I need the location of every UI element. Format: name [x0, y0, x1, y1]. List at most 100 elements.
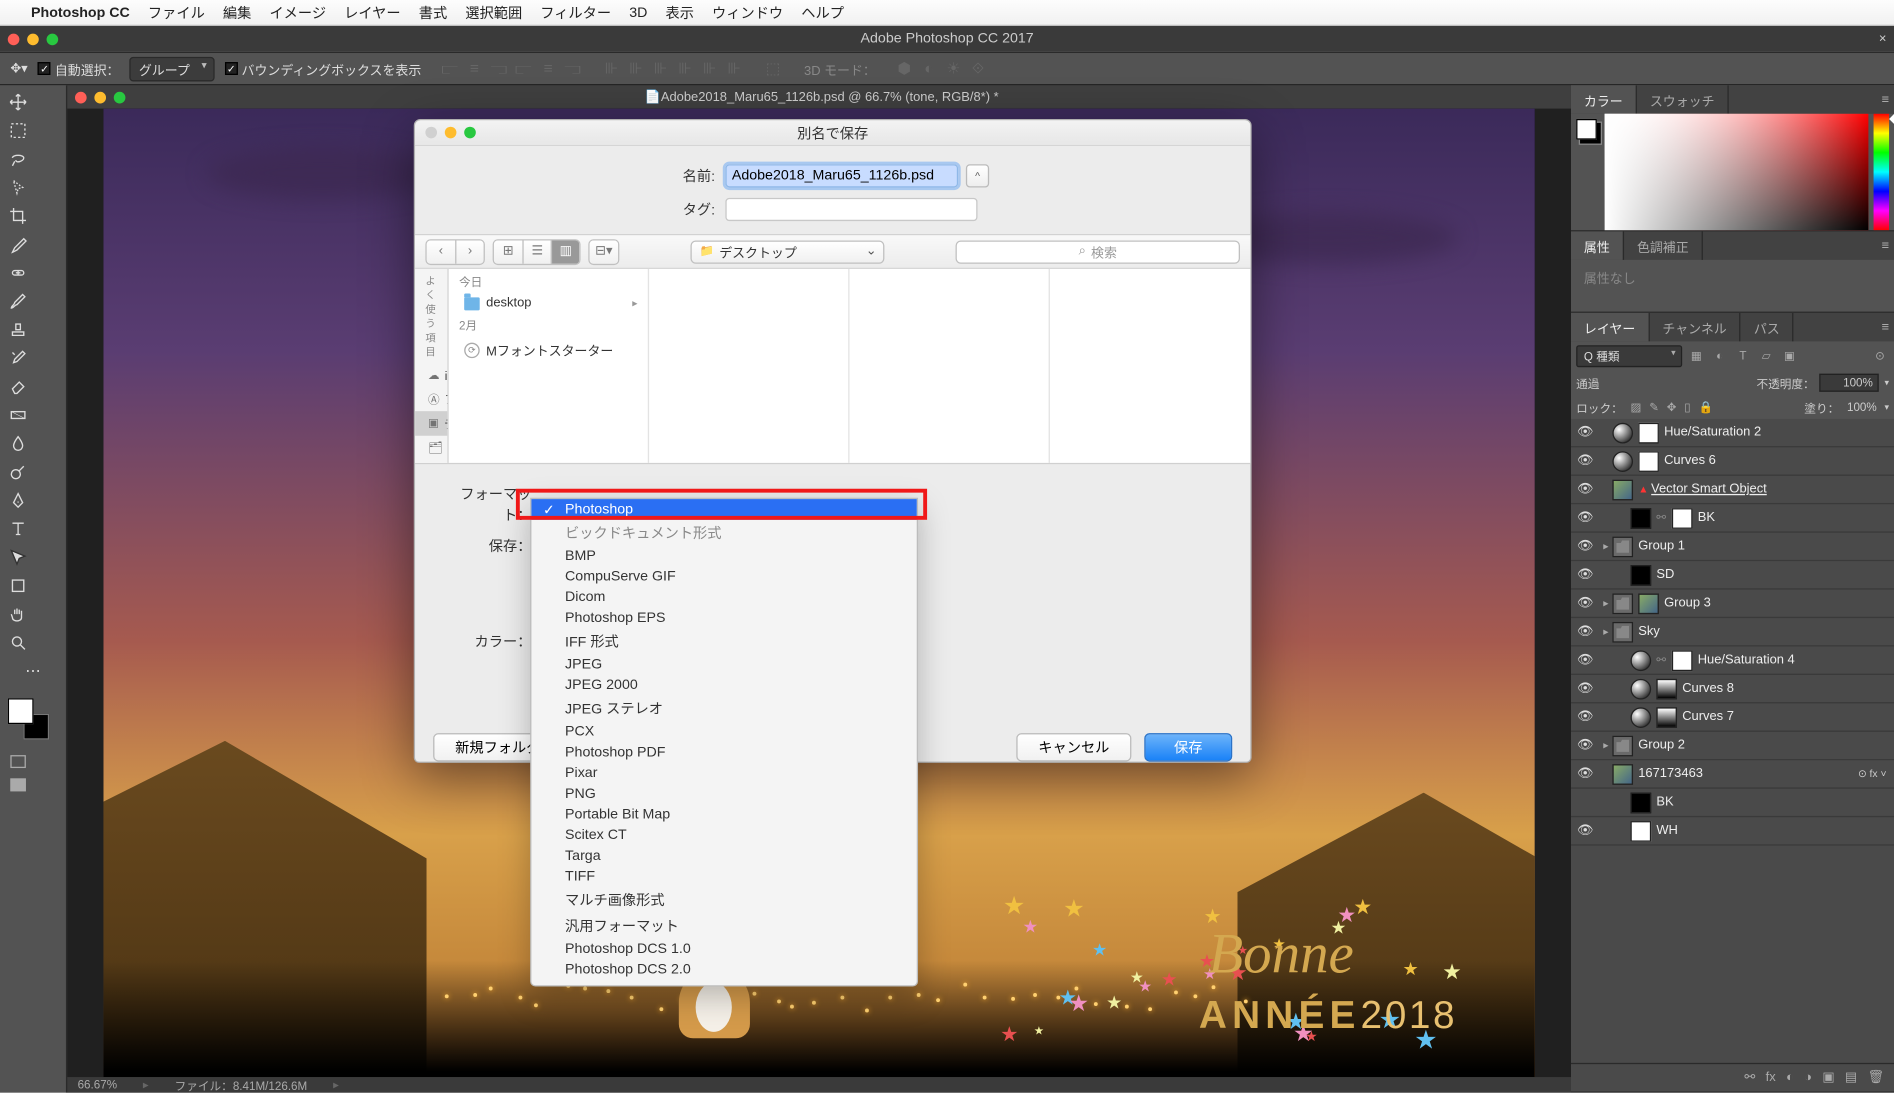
heal-tool-icon[interactable]: [3, 259, 34, 287]
panel-menu-icon[interactable]: ≡: [1882, 92, 1890, 106]
dialog-titlebar[interactable]: 別名で保存: [415, 120, 1250, 146]
layer-row[interactable]: 👁⚯Hue/Saturation 4: [1571, 647, 1894, 675]
layer-name[interactable]: Vector Smart Object: [1651, 482, 1886, 496]
menu-image[interactable]: イメージ: [269, 2, 326, 23]
shape-tool-icon[interactable]: [3, 572, 34, 600]
adjustment-icon[interactable]: ◑: [1804, 1071, 1812, 1085]
zoom-value[interactable]: 66.67%: [78, 1078, 117, 1091]
format-option[interactable]: Photoshop EPS: [531, 608, 916, 629]
menu-3d[interactable]: 3D: [629, 5, 647, 21]
layer-name[interactable]: Group 3: [1664, 596, 1886, 610]
group-icon[interactable]: ▣: [1822, 1071, 1834, 1085]
hand-tool-icon[interactable]: [3, 600, 34, 628]
menu-type[interactable]: 書式: [419, 2, 447, 23]
visibility-icon[interactable]: 👁: [1571, 738, 1599, 752]
layer-name[interactable]: Curves 8: [1682, 681, 1886, 695]
sidebar-item[interactable]: ▣デスクト…: [415, 411, 447, 436]
autoselect-dropdown[interactable]: グループ: [130, 56, 215, 81]
distribute-icon[interactable]: ⊪: [601, 58, 622, 79]
layer-name[interactable]: SD: [1656, 568, 1886, 582]
tab-properties[interactable]: 属性: [1571, 231, 1624, 259]
minimize-icon[interactable]: [445, 127, 457, 139]
tab-layers[interactable]: レイヤー: [1571, 313, 1649, 341]
folder-entry[interactable]: desktop▸: [449, 294, 648, 313]
history-brush-tool-icon[interactable]: [3, 344, 34, 372]
chevron-icon[interactable]: ▸: [1599, 540, 1612, 552]
panel-close-icon[interactable]: ×: [1879, 32, 1887, 46]
expand-button[interactable]: ^: [966, 164, 989, 187]
gradient-tool-icon[interactable]: [3, 401, 34, 429]
lock-paint-icon[interactable]: ✎: [1649, 400, 1659, 414]
color-picker[interactable]: [1571, 114, 1894, 230]
close-icon[interactable]: [425, 127, 437, 139]
visibility-icon[interactable]: 👁: [1571, 425, 1599, 439]
menu-layer[interactable]: レイヤー: [344, 2, 400, 23]
format-option[interactable]: JPEG ステレオ: [531, 696, 916, 722]
menu-filter[interactable]: フィルター: [540, 2, 611, 23]
distribute-icon[interactable]: ⊪: [626, 58, 647, 79]
bbox-checkbox[interactable]: ✓バウンディングボックスを表示: [225, 59, 422, 78]
window-controls[interactable]: [8, 33, 58, 45]
search-field[interactable]: ⌕検索: [956, 240, 1240, 263]
delete-icon[interactable]: 🗑: [1867, 1071, 1883, 1085]
column-view-button[interactable]: ▥: [551, 240, 579, 263]
sidebar-item[interactable]: ☁iCloud D…: [415, 365, 447, 387]
layer-name[interactable]: Hue/Saturation 4: [1698, 653, 1887, 667]
app-entry[interactable]: ⟳Mフォントスターター: [449, 337, 648, 362]
move-tool-icon[interactable]: [3, 88, 34, 116]
icon-view-button[interactable]: ⊞: [494, 240, 522, 263]
distribute-icon[interactable]: ⊪: [675, 58, 696, 79]
mac-menubar[interactable]: Photoshop CC ファイル 編集 イメージ レイヤー 書式 選択範囲 フ…: [0, 0, 1894, 26]
back-button[interactable]: ‹: [427, 240, 455, 263]
distribute-icon[interactable]: ⊪: [650, 58, 671, 79]
brush-tool-icon[interactable]: [3, 287, 34, 315]
filter-adj-icon[interactable]: ◐: [1711, 347, 1729, 365]
lock-trans-icon[interactable]: ▨: [1630, 400, 1641, 414]
format-option[interactable]: Photoshop: [531, 499, 916, 520]
visibility-icon[interactable]: 👁: [1571, 596, 1599, 610]
format-option[interactable]: TIFF: [531, 866, 916, 887]
lock-nest-icon[interactable]: ▯: [1684, 400, 1690, 414]
format-option[interactable]: Photoshop DCS 2.0: [531, 959, 916, 980]
align-icon[interactable]: ⫎: [562, 58, 583, 79]
sidebar-item[interactable]: ⬇ダウンロ…: [415, 460, 447, 463]
format-option[interactable]: IFF 形式: [531, 628, 916, 654]
layer-row[interactable]: 👁⚯BK: [1571, 504, 1894, 532]
lasso-tool-icon[interactable]: [3, 145, 34, 173]
group-button[interactable]: ⊟▾: [590, 240, 618, 263]
distribute-icon[interactable]: ⊪: [699, 58, 720, 79]
menu-help[interactable]: ヘルプ: [801, 2, 844, 23]
align-icon[interactable]: ≡: [464, 58, 485, 79]
menu-edit[interactable]: 編集: [223, 2, 251, 23]
filename-input[interactable]: [725, 164, 958, 187]
edit-toolbar-icon[interactable]: ⋯: [3, 657, 64, 685]
layer-row[interactable]: 👁▸Group 2: [1571, 732, 1894, 760]
format-option[interactable]: Photoshop DCS 1.0: [531, 939, 916, 960]
zoom-tool-icon[interactable]: [3, 628, 34, 656]
fx-icon[interactable]: fx: [1766, 1071, 1776, 1085]
tab-swatch[interactable]: スウォッチ: [1637, 85, 1729, 113]
close-icon[interactable]: [75, 91, 87, 103]
lock-pos-icon[interactable]: ✥: [1667, 400, 1677, 414]
blend-mode-dropdown[interactable]: 通過: [1576, 374, 1654, 391]
visibility-icon[interactable]: 👁: [1571, 454, 1599, 468]
link-layers-icon[interactable]: ⚯: [1744, 1071, 1755, 1085]
fwd-button[interactable]: ›: [455, 240, 483, 263]
align-icon[interactable]: ⫍: [513, 58, 534, 79]
tab-adjustments[interactable]: 色調補正: [1624, 231, 1703, 259]
tags-input[interactable]: [725, 198, 977, 221]
maximize-icon[interactable]: [47, 33, 59, 45]
chevron-icon[interactable]: ▸: [1599, 740, 1612, 752]
path-tool-icon[interactable]: [3, 543, 34, 571]
maximize-icon[interactable]: [114, 91, 126, 103]
app-name[interactable]: Photoshop CC: [31, 5, 130, 21]
layer-row[interactable]: 👁Curves 6: [1571, 447, 1894, 475]
screenmode-icon[interactable]: [3, 773, 34, 796]
menu-file[interactable]: ファイル: [148, 2, 205, 23]
save-button[interactable]: 保存: [1144, 733, 1232, 761]
location-dropdown[interactable]: デスクトップ: [690, 240, 884, 263]
visibility-icon[interactable]: 👁: [1571, 653, 1599, 667]
menu-window[interactable]: ウィンドウ: [712, 2, 783, 23]
layer-name[interactable]: BK: [1698, 511, 1887, 525]
format-dropdown[interactable]: Photoshopビックドキュメント形式BMPCompuServe GIFDic…: [530, 498, 918, 987]
